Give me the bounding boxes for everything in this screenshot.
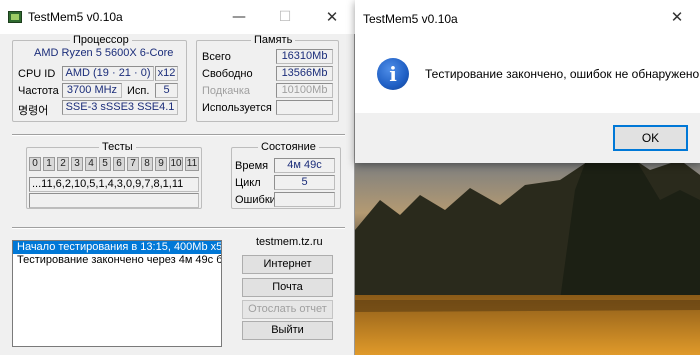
title-bar: TestMem5 v0.10a — ☐ ✕ (0, 0, 355, 34)
test-number-7: 7 (127, 157, 139, 171)
cpu-name: AMD Ryzen 5 5600X 6-Core (34, 47, 174, 59)
testmem-main-window: TestMem5 v0.10a — ☐ ✕ Процессор AMD Ryze… (0, 0, 355, 355)
test-number-5: 5 (99, 157, 111, 171)
state-group-title: Состояние (258, 141, 319, 153)
test-number-6: 6 (113, 157, 125, 171)
test-number-8: 8 (141, 157, 153, 171)
mail-button[interactable]: Почта (242, 278, 333, 297)
processor-group-title: Процессор (70, 34, 132, 46)
cycle-label: Цикл (235, 177, 261, 189)
log-line[interactable]: Начало тестирования в 13:15, 400Mb x5 (13, 241, 221, 254)
close-button[interactable]: ✕ (309, 0, 355, 34)
frequency-value: 3700 MHz (62, 83, 122, 98)
info-icon: i (377, 58, 409, 90)
log-line[interactable]: Тестирование закончено через 4м 49с б (13, 254, 221, 267)
memory-swap-value: 10100Mb (276, 83, 333, 98)
time-label: Время (235, 160, 269, 172)
threads-used-label: Исп. (127, 85, 150, 97)
memory-used-value (276, 100, 333, 115)
cpu-id-label: CPU ID (18, 68, 56, 80)
separator (12, 134, 345, 136)
test-sequence: ...11,6,2,10,5,1,4,3,0,9,7,8,1,11 (29, 177, 199, 192)
memory-used-label: Используется (202, 102, 272, 114)
app-icon (8, 11, 22, 23)
result-dialog: TestMem5 v0.10a ✕ i Тестирование законче… (355, 0, 700, 163)
ok-button[interactable]: OK (613, 125, 688, 151)
time-value: 4м 49с (274, 158, 335, 173)
memory-free-label: Свободно (202, 68, 253, 80)
test-number-9: 9 (155, 157, 167, 171)
errors-value (274, 192, 335, 207)
site-label: testmem.tz.ru (256, 236, 323, 248)
test-number-0: 0 (29, 157, 41, 171)
minimize-button[interactable]: — (216, 0, 262, 34)
test-number-1: 1 (43, 157, 55, 171)
test-number-11: 11 (185, 157, 199, 171)
instruction-set-value: SSE-3 sSSE3 SSE4.1 (62, 100, 178, 115)
test-number-10: 10 (169, 157, 183, 171)
memory-total-label: Всего (202, 51, 231, 63)
tests-group-title: Тесты (99, 141, 136, 153)
memory-free-value: 13566Mb (276, 66, 333, 81)
internet-button[interactable]: Интернет (242, 255, 333, 274)
test-number-3: 3 (71, 157, 83, 171)
frequency-label: Частота (18, 85, 59, 97)
dialog-message: Тестирование закончено, ошибок не обнару… (425, 67, 700, 81)
memory-group-title: Память (251, 34, 296, 46)
dialog-footer: OK (355, 113, 700, 163)
test-number-4: 4 (85, 157, 97, 171)
dialog-title: TestMem5 v0.10a (363, 12, 458, 26)
threads-used-value: 5 (155, 83, 178, 98)
cpu-id-extra: x12 (155, 66, 178, 81)
maximize-button[interactable]: ☐ (262, 0, 308, 34)
log-list[interactable]: Начало тестирования в 13:15, 400Mb x5 Те… (12, 240, 222, 347)
exit-button[interactable]: Выйти (242, 321, 333, 340)
test-progress-bar (29, 193, 199, 208)
separator-2 (12, 227, 345, 229)
dialog-close-button[interactable]: ✕ (654, 0, 700, 34)
test-number-2: 2 (57, 157, 69, 171)
window-title: TestMem5 v0.10a (28, 10, 123, 24)
memory-total-value: 16310Mb (276, 49, 333, 64)
memory-swap-label: Подкачка (202, 85, 251, 97)
instruction-set-label: 명령어 (18, 105, 49, 117)
errors-label: Ошибки (235, 194, 276, 206)
send-report-button[interactable]: Отослать отчет (242, 300, 333, 319)
cycle-value: 5 (274, 175, 335, 190)
cpu-id-value: AMD (19 · 21 · 0) (62, 66, 154, 81)
